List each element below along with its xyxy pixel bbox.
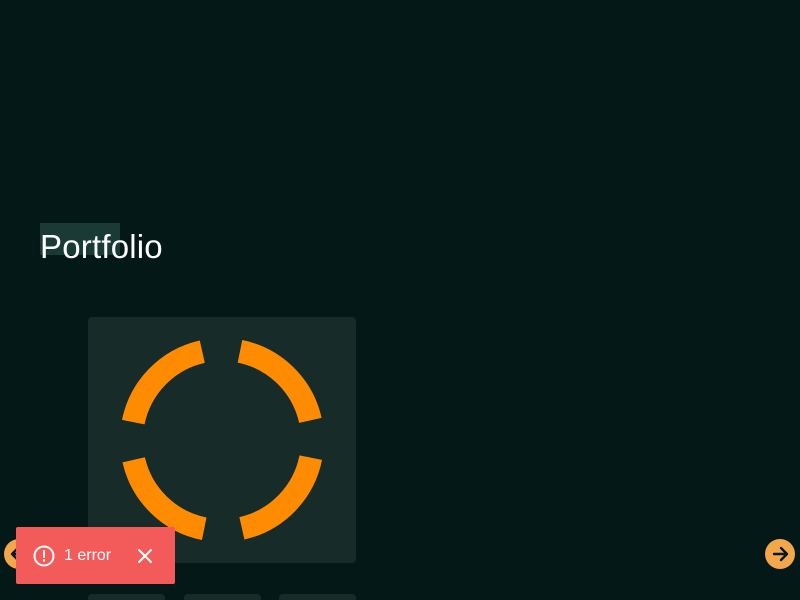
error-count-text: 1 error	[64, 546, 112, 564]
project-thumbnail[interactable]	[88, 594, 165, 600]
error-toast[interactable]: 1 error	[16, 527, 175, 584]
portfolio-page: Portfolio 1 error	[0, 0, 800, 600]
project-thumbnail[interactable]	[184, 594, 261, 600]
alert-circle-icon	[32, 544, 56, 568]
page-title: Portfolio	[40, 228, 163, 265]
project-thumbnail[interactable]	[279, 594, 356, 600]
close-icon[interactable]	[135, 546, 155, 566]
next-button[interactable]	[765, 539, 795, 569]
arrow-right-icon	[772, 546, 789, 562]
lifebuoy-ring	[120, 338, 324, 542]
